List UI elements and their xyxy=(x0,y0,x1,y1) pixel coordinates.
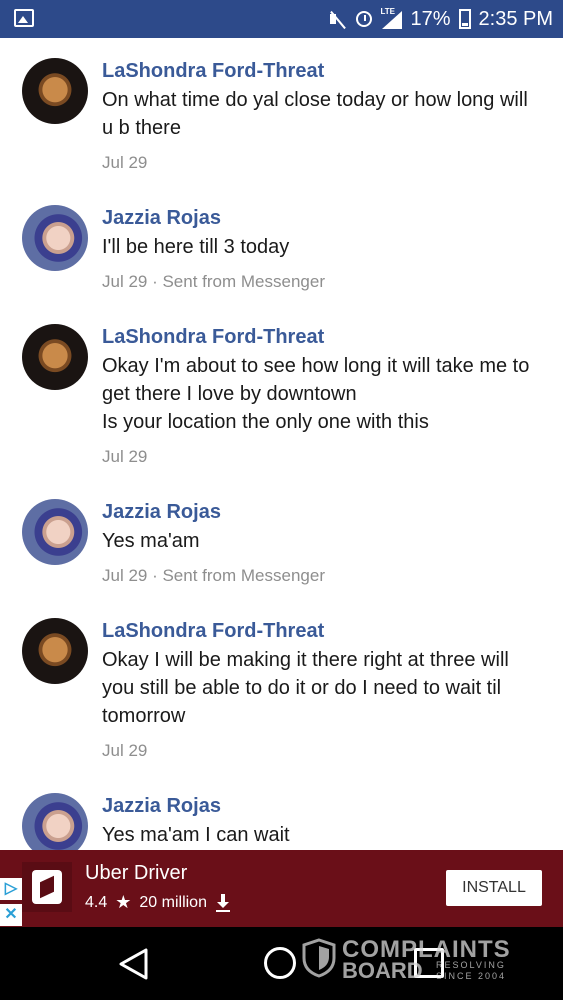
ad-rating: 4.4 xyxy=(85,893,108,911)
install-button[interactable]: INSTALL xyxy=(446,870,542,906)
alarm-icon xyxy=(356,11,373,27)
gallery-icon xyxy=(14,9,34,27)
status-icons: LTE 17% 2:35 PM xyxy=(328,7,553,31)
message-list[interactable]: LaShondra Ford-Threat On what time do ya… xyxy=(0,38,563,850)
message-text: Okay I will be making it there right at … xyxy=(102,649,509,727)
message-text: Okay I'm about to see how long it will t… xyxy=(102,355,530,433)
shield-icon xyxy=(302,938,336,978)
avatar[interactable] xyxy=(22,324,88,390)
status-bar: LTE 17% 2:35 PM xyxy=(0,0,563,38)
sender-name[interactable]: LaShondra Ford-Threat xyxy=(102,324,542,350)
lte-label: LTE xyxy=(380,7,395,16)
signal-icon: LTE xyxy=(380,7,403,29)
sender-name[interactable]: LaShondra Ford-Threat xyxy=(102,58,542,84)
back-icon[interactable] xyxy=(117,947,151,981)
sender-name[interactable]: Jazzia Rojas xyxy=(102,499,542,525)
home-icon[interactable] xyxy=(264,947,296,979)
sender-name[interactable]: Jazzia Rojas xyxy=(102,205,542,231)
message-text: Yes ma'am xyxy=(102,530,200,552)
star-icon: ★ xyxy=(115,892,132,912)
message-text: Yes ma'am I can wait xyxy=(102,824,290,846)
ad-subtitle: 4.4 ★ 20 million xyxy=(85,892,231,913)
app-logo-icon[interactable] xyxy=(22,862,72,912)
download-icon xyxy=(215,893,231,912)
close-icon[interactable]: ✕ xyxy=(0,904,22,926)
watermark: COMPLAINTS BOARD RESOLVING SINCE 2004 xyxy=(302,936,522,984)
sender-name[interactable]: Jazzia Rojas xyxy=(102,793,542,819)
ad-title[interactable]: Uber Driver xyxy=(85,862,187,885)
avatar[interactable] xyxy=(22,58,88,124)
mute-icon xyxy=(328,9,348,29)
clock: 2:35 PM xyxy=(478,7,553,30)
message-meta: Jul 29 xyxy=(102,153,148,172)
adchoices-icon[interactable]: ▷ xyxy=(0,878,22,900)
message-text: I'll be here till 3 today xyxy=(102,236,290,258)
sender-name[interactable]: LaShondra Ford-Threat xyxy=(102,618,542,644)
message-meta: Jul 29 xyxy=(102,447,148,466)
avatar[interactable] xyxy=(22,793,88,850)
battery-percent: 17% xyxy=(410,7,451,30)
watermark-line2: BOARD xyxy=(342,958,423,983)
avatar[interactable] xyxy=(22,618,88,684)
message-meta: Jul 29 · Sent from Messenger xyxy=(102,272,325,291)
battery-icon xyxy=(458,9,471,29)
ad-installs: 20 million xyxy=(139,893,207,911)
watermark-line3: RESOLVING SINCE 2004 xyxy=(436,960,507,981)
avatar[interactable] xyxy=(22,205,88,271)
message-text: On what time do yal close today or how l… xyxy=(102,89,528,139)
avatar[interactable] xyxy=(22,499,88,565)
message-meta: Jul 29 xyxy=(102,741,148,760)
message-meta: Jul 29 · Sent from Messenger xyxy=(102,566,325,585)
